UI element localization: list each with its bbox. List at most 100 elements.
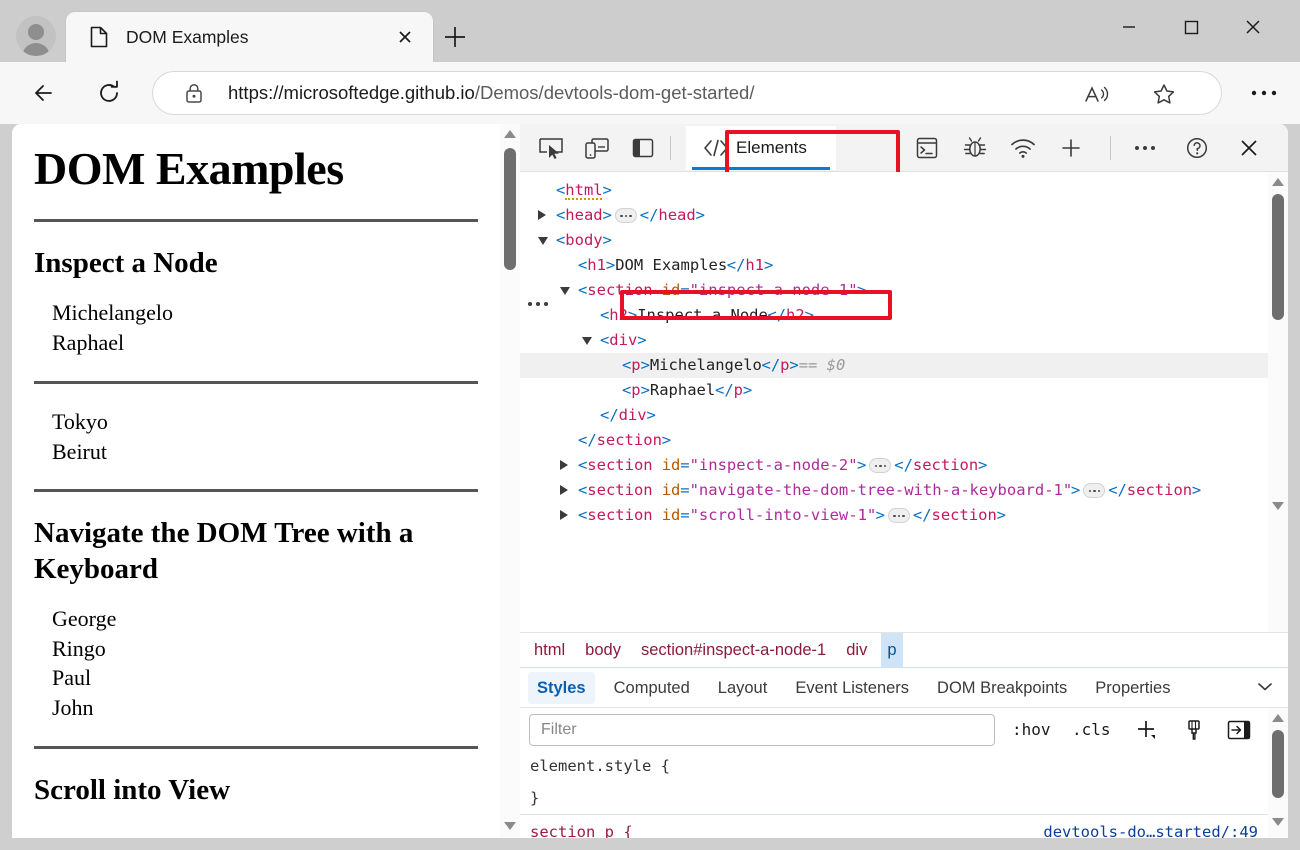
page-scrollbar[interactable] [500,124,520,838]
dom-token: < [556,181,566,199]
css-rule-header[interactable]: element.style { [520,752,1268,782]
dom-node[interactable]: < p > Raphael </p > [520,378,1288,403]
expand-ellipsis-icon[interactable] [887,508,910,523]
cls-button[interactable]: .cls [1072,716,1111,744]
scrollbar-thumb[interactable] [504,148,516,270]
page-divider [34,219,478,222]
expand-ellipsis-icon[interactable] [614,208,637,223]
chevron-down-icon[interactable] [1256,680,1274,692]
dom-token: == $0 [798,356,846,374]
node-gutter-ellipsis[interactable] [528,296,554,312]
dom-node[interactable]: < html > [520,178,1288,203]
styles-scrollbar[interactable] [1268,708,1288,838]
breadcrumb-item[interactable]: section#inspect-a-node-1 [635,633,832,667]
devtools-more-button[interactable] [1130,134,1160,162]
css-source-link[interactable]: devtools-do…started/:49 [1043,816,1258,838]
css-rules-list[interactable]: element.style {} section p {devtools-do…s… [520,752,1268,838]
back-button[interactable] [26,74,64,112]
collapse-triangle-icon[interactable] [538,237,548,245]
style-tab-event-listeners[interactable]: Event Listeners [786,672,918,704]
scroll-down-arrow[interactable] [504,822,516,830]
console-button[interactable] [912,134,942,162]
dom-node[interactable]: </section > [520,428,1288,453]
reload-button[interactable] [90,74,128,112]
browser-tab[interactable]: DOM Examples [66,12,433,62]
expand-triangle-icon[interactable] [560,510,568,520]
new-tab-button[interactable] [440,22,470,52]
network-button[interactable] [1008,134,1038,162]
css-rule-header[interactable]: section p {devtools-do…started/:49 [520,816,1268,838]
window-minimize-button[interactable] [1106,10,1152,44]
dom-token: > [996,506,1006,524]
dom-tree-scrollbar[interactable] [1268,172,1288,632]
expand-ellipsis-icon[interactable] [869,458,892,473]
debugger-button[interactable] [960,134,990,162]
profile-avatar[interactable] [16,16,56,56]
dom-token: p [631,356,641,374]
address-bar[interactable]: https://microsoftedge.github.io/Demos/de… [152,71,1222,115]
help-button[interactable] [1182,134,1212,162]
element-classes-button[interactable] [1180,716,1208,744]
dom-node[interactable]: < section id = "inspect-a-node-2" > </section… [520,453,1288,478]
dom-node[interactable]: < h1 > DOM Examples </h1 > [520,253,1288,278]
styles-filter-row: Filter :hov .cls [520,708,1288,752]
expand-triangle-icon[interactable] [560,485,568,495]
dom-node[interactable]: < div > [520,328,1288,353]
scroll-up-arrow[interactable] [1272,714,1284,722]
tab-elements[interactable]: Elements [686,126,836,170]
window-close-button[interactable] [1230,10,1276,44]
breadcrumb-item[interactable]: html [528,633,571,667]
style-tab-computed[interactable]: Computed [605,672,699,704]
collapse-triangle-icon[interactable] [582,337,592,345]
style-tab-dom-breakpoints[interactable]: DOM Breakpoints [928,672,1076,704]
style-tab-properties[interactable]: Properties [1086,672,1179,704]
breadcrumb-item[interactable]: body [579,633,627,667]
page-list: George Ringo Paul John [34,605,478,722]
lock-icon [186,83,202,103]
dom-node[interactable]: < body > [520,228,1288,253]
scroll-up-arrow[interactable] [1272,178,1284,186]
device-emulation-button[interactable] [582,134,612,162]
inspect-element-button[interactable] [536,134,566,162]
back-arrow-icon [35,85,52,101]
dom-node[interactable]: < head > </head > [520,203,1288,228]
style-tab-styles[interactable]: Styles [528,672,595,704]
window-maximize-button[interactable] [1168,10,1214,44]
dom-node[interactable]: </div > [520,403,1288,428]
more-tools-button[interactable] [1056,134,1086,162]
new-style-rule-button[interactable] [1132,716,1160,744]
dom-node[interactable]: < section id = "scroll-into-view-1" > </secti… [520,503,1288,528]
dom-node[interactable]: < h2 > Inspect a Node </h2 > [520,303,1288,328]
dom-token: > [1070,481,1081,499]
filter-input[interactable]: Filter [529,714,995,746]
expand-triangle-icon[interactable] [560,460,568,470]
styles-pane-tabs[interactable]: Styles Computed Layout Event Listeners DOM B… [520,668,1288,708]
dock-side-button[interactable] [628,134,658,162]
expand-ellipsis-icon[interactable] [1083,483,1106,498]
dom-token: h2 [786,306,805,324]
scroll-down-arrow[interactable] [1272,502,1284,510]
collapse-triangle-icon[interactable] [560,287,570,295]
hov-button[interactable]: :hov [1012,716,1051,744]
scrollbar-thumb[interactable] [1272,194,1284,320]
dom-node[interactable]: < section id = "inspect-a-node-1" > [520,278,1288,303]
close-devtools-button[interactable] [1234,134,1264,162]
tab-close-button[interactable] [391,23,419,51]
browser-more-button[interactable] [1246,82,1282,104]
breadcrumb-item[interactable]: p [881,633,903,667]
expand-triangle-icon[interactable] [538,210,546,220]
dom-node[interactable]: < section id = "navigate-the-dom-tree-with-… [520,478,1288,503]
scroll-down-arrow[interactable] [1272,818,1284,826]
dom-token: < [578,281,588,299]
dom-tree[interactable]: < html > < head > </head > < body > < h1 > DOM Example… [520,172,1288,632]
breadcrumb[interactable]: html body section#inspect-a-node-1 div p [520,632,1288,668]
computed-sidebar-toggle[interactable] [1224,716,1254,744]
style-tab-layout[interactable]: Layout [709,672,777,704]
favorite-button[interactable] [1150,80,1178,108]
breadcrumb-item[interactable]: div [840,633,873,667]
dom-node-selected[interactable]: < p > Michelangelo </p > == $0 [520,353,1288,378]
scrollbar-thumb[interactable] [1272,730,1284,798]
dom-token: > [602,231,612,249]
scroll-up-arrow[interactable] [504,130,516,138]
read-aloud-button[interactable] [1082,80,1112,108]
